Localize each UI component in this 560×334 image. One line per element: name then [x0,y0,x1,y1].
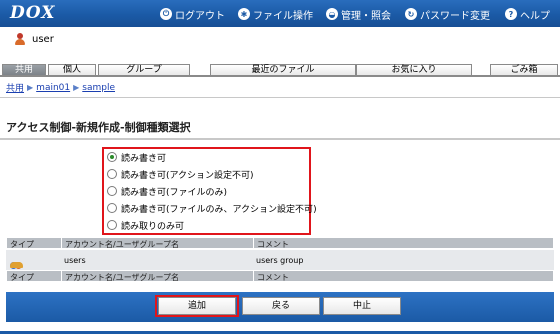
nav-help-label: ヘルプ [520,10,550,22]
admin-icon: ◒ [326,8,338,20]
nav-password-change-label: パスワード変更 [420,10,490,22]
page-title: アクセス制御-新規作成-制御種類選択 [6,121,191,134]
option-read-write[interactable]: 読み書き可 [107,150,166,164]
table-footer-header: タイプ アカウント名/ユーザグループ名 コメント [6,270,554,283]
option-read-write-no-action[interactable]: 読み書き可(アクション設定不可) [107,167,254,181]
user-info: user [14,30,54,48]
nav-password-change[interactable]: ↻ パスワード変更 [405,6,490,22]
back-button[interactable]: 戻る [242,297,320,315]
nav-admin[interactable]: ◒ 管理・照会 [326,6,391,22]
table-row[interactable]: users users group [6,250,554,270]
user-group-icon [10,256,23,269]
radio-button[interactable] [107,169,117,179]
table-header: タイプ アカウント名/ユーザグループ名 コメント [6,237,554,250]
option-read-only[interactable]: 読み取りのみ可 [107,218,184,232]
file-operation-icon: ✱ [238,8,250,20]
add-button-highlight [155,295,239,317]
column-header-comment: コメント [257,240,289,249]
nav-help[interactable]: ? ヘルプ [505,6,550,22]
user-icon [14,32,26,46]
top-bar: DOX ⏻ ログアウト ✱ ファイル操作 ◒ 管理・照会 ↻ パスワード変更 ?… [0,0,560,27]
option-read-write-files-only-no-action[interactable]: 読み書き可(ファイルのみ、アクション設定不可) [107,201,317,215]
option-read-write-files-only[interactable]: 読み書き可(ファイルのみ) [107,184,227,198]
cell-account: users [64,256,86,265]
nav-file-operation[interactable]: ✱ ファイル操作 [238,6,313,22]
breadcrumb-sample[interactable]: sample [82,83,115,93]
cancel-button[interactable]: 中止 [323,297,401,315]
app-logo: DOX [10,3,56,23]
column-header-type: タイプ [10,240,34,249]
tab-divider [0,75,560,77]
password-change-icon: ↻ [405,8,417,20]
chevron-right-icon: ▶ [27,83,34,92]
breadcrumb: 共用 ▶ main01 ▶ sample [6,81,115,95]
breadcrumb-main01[interactable]: main01 [36,83,70,93]
option-label: 読み書き可(ファイルのみ) [121,187,228,198]
option-label: 読み書き可 [121,153,167,164]
option-label: 読み書き可(アクション設定不可) [121,170,254,181]
column-header-comment: コメント [257,273,289,282]
help-icon: ? [505,8,517,20]
nav-admin-label: 管理・照会 [341,10,391,22]
radio-button[interactable] [107,186,117,196]
radio-button[interactable] [107,152,117,162]
cell-comment: users group [256,256,304,265]
nav-logout-label: ログアウト [175,10,225,22]
option-label: 読み書き可(ファイルのみ、アクション設定不可) [121,204,317,215]
divider [0,97,560,98]
option-label: 読み取りのみ可 [121,221,185,232]
nav-logout[interactable]: ⏻ ログアウト [160,6,225,22]
radio-button[interactable] [107,220,117,230]
nav-file-operation-label: ファイル操作 [253,10,313,22]
logout-icon: ⏻ [160,8,172,20]
username: user [32,33,54,45]
divider [0,138,560,140]
radio-button[interactable] [107,203,117,213]
column-header-account: アカウント名/ユーザグループ名 [65,273,180,282]
column-header-account: アカウント名/ユーザグループ名 [65,240,180,249]
column-header-type: タイプ [10,273,34,282]
chevron-right-icon: ▶ [73,83,80,92]
breadcrumb-shared[interactable]: 共用 [6,81,24,94]
